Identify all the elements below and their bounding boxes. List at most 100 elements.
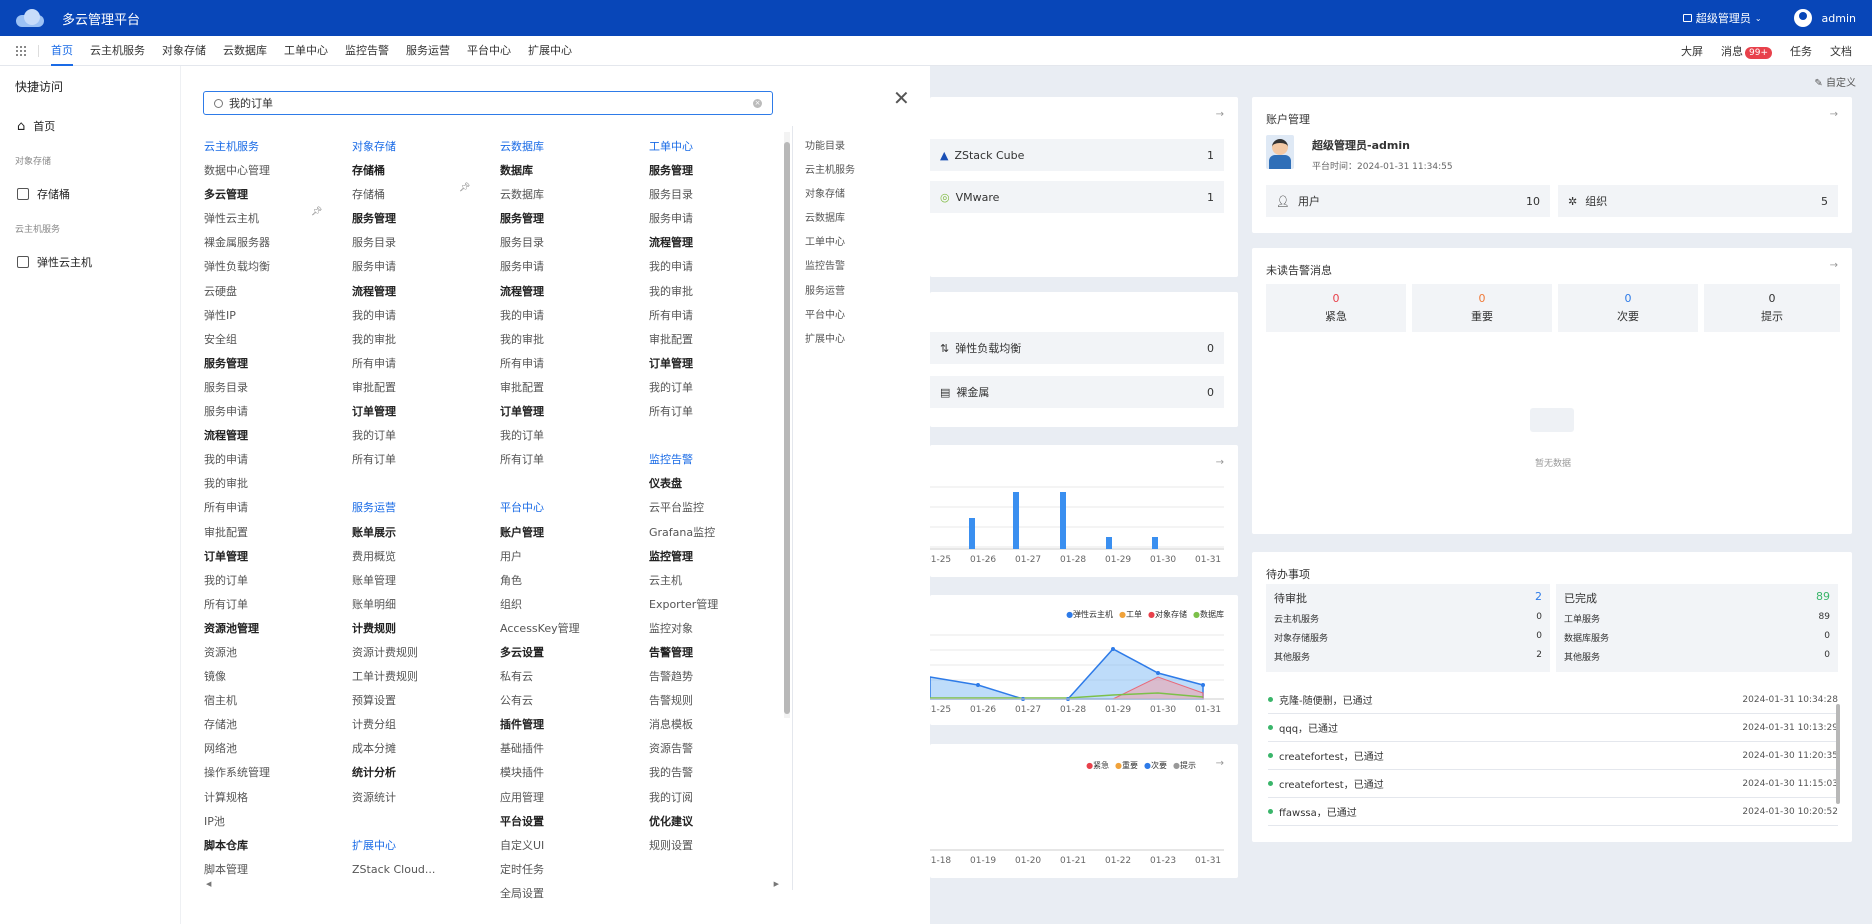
menu-link[interactable]: 计算规格 [204, 786, 344, 810]
nav-item[interactable]: 首页 [51, 36, 73, 66]
menu-link[interactable]: 安全组 [204, 328, 344, 352]
menu-link[interactable]: 审批配置 [500, 376, 640, 400]
resource-row[interactable]: ▤ 裸金属 0 [930, 376, 1224, 408]
menu-link[interactable]: 所有申请 [649, 304, 789, 328]
done-box[interactable]: 已完成 89 工单服务 89 数据库服务 0 其他服务 0 [1556, 584, 1838, 672]
menu-link[interactable]: Grafana监控 [649, 521, 789, 545]
menu-link[interactable]: 告警趋势 [649, 665, 789, 689]
menu-link[interactable]: 存储池 [204, 713, 344, 737]
menu-link[interactable]: 审批配置 [649, 328, 789, 352]
todo-item[interactable]: createfortest，已通过 2024-01-30 11:15:03 [1268, 770, 1838, 798]
menu-link[interactable]: 用户 [500, 545, 640, 569]
users-stat[interactable]: 👤︎ 用户 10 [1266, 185, 1550, 217]
arrow-right-icon[interactable]: → [1830, 260, 1838, 271]
nav-item[interactable]: 扩展中心 [528, 36, 572, 66]
pin-icon[interactable]: 📌︎ [311, 207, 322, 217]
menu-link[interactable]: 裸金属服务器 [204, 231, 344, 255]
close-icon[interactable]: ✕ [893, 88, 910, 108]
menu-link[interactable]: 我的申请 [352, 304, 492, 328]
menu-link[interactable]: 角色 [500, 569, 640, 593]
nav-item[interactable]: 监控告警 [345, 36, 389, 66]
menu-link[interactable]: 公有云 [500, 689, 640, 713]
menu-link[interactable]: 操作系统管理 [204, 761, 344, 785]
menu-link[interactable]: 我的订阅 [649, 786, 789, 810]
quick-item-home[interactable]: ⌂ 首页 [17, 118, 55, 134]
menu-link[interactable]: 服务目录 [649, 183, 789, 207]
platform-row[interactable]: ▲ ZStack Cube 1 [930, 139, 1224, 171]
quick-item-vm[interactable]: 弹性云主机 [17, 254, 92, 270]
menu-link[interactable]: 我的审批 [352, 328, 492, 352]
resource-row[interactable]: ⇅ 弹性负载均衡 0 [930, 332, 1224, 364]
menu-link[interactable]: 应用管理 [500, 786, 640, 810]
menu-link[interactable]: 云平台监控 [649, 496, 789, 520]
nav-item[interactable]: 对象存储 [162, 36, 206, 66]
menu-link[interactable]: 我的审批 [500, 328, 640, 352]
menu-link[interactable]: 云数据库 [500, 183, 640, 207]
menu-link[interactable]: 账单明细 [352, 593, 492, 617]
menu-link[interactable]: 我的申请 [204, 448, 344, 472]
menu-link[interactable]: 所有订单 [649, 400, 789, 424]
menu-link[interactable]: 我的订单 [204, 569, 344, 593]
menu-search-input[interactable]: 我的订单 × [203, 91, 773, 115]
menu-link[interactable]: 服务申请 [352, 255, 492, 279]
platform-row[interactable]: ◎ VMware 1 [930, 181, 1224, 213]
menu-link[interactable]: 我的申请 [500, 304, 640, 328]
big-screen-link[interactable]: 大屏 [1681, 43, 1703, 59]
menu-link[interactable]: 网络池 [204, 737, 344, 761]
menu-index-item[interactable]: 平台中心 [805, 304, 855, 328]
menu-index-item[interactable]: 监控告警 [805, 255, 855, 279]
menu-link[interactable]: 成本分摊 [352, 737, 492, 761]
menu-link[interactable]: 我的审批 [649, 280, 789, 304]
menu-link[interactable]: 弹性IP [204, 304, 344, 328]
messages-link[interactable]: 消息 99+ [1721, 43, 1772, 59]
menu-link[interactable]: 服务申请 [649, 207, 789, 231]
nav-item[interactable]: 平台中心 [467, 36, 511, 66]
todo-item[interactable]: createfortest，已通过 2024-01-30 11:20:35 [1268, 742, 1838, 770]
menu-link[interactable]: 脚本管理 [204, 858, 344, 882]
menu-link[interactable]: 定时任务 [500, 858, 640, 882]
clear-icon[interactable]: × [753, 98, 762, 108]
menu-link[interactable]: 所有订单 [204, 593, 344, 617]
menu-link[interactable]: 规则设置 [649, 834, 789, 858]
menu-link[interactable]: 费用概览 [352, 545, 492, 569]
user-avatar-icon[interactable] [1793, 9, 1812, 27]
menu-link[interactable]: 数据中心管理 [204, 159, 344, 183]
apps-grid-icon[interactable] [16, 45, 26, 56]
menu-link[interactable]: 监控对象 [649, 617, 789, 641]
alert-important[interactable]: 0 重要 [1412, 284, 1552, 332]
pending-box[interactable]: 待审批 2 云主机服务 0 对象存储服务 0 其他服务 2 [1266, 584, 1550, 672]
menu-link[interactable]: 我的告警 [649, 761, 789, 785]
menu-link[interactable]: 弹性负载均衡 [204, 255, 344, 279]
tasks-link[interactable]: 任务 [1790, 43, 1812, 59]
menu-link[interactable]: 镜像 [204, 665, 344, 689]
menu-link[interactable]: 资源池 [204, 641, 344, 665]
nav-item[interactable]: 服务运营 [406, 36, 450, 66]
alert-hint[interactable]: 0 提示 [1704, 284, 1840, 332]
menu-link[interactable]: 服务目录 [500, 231, 640, 255]
menu-link[interactable]: 弹性云主机 [204, 207, 344, 231]
menu-link[interactable]: 宿主机 [204, 689, 344, 713]
menu-index-item[interactable]: 云主机服务 [805, 159, 855, 183]
nav-item[interactable]: 云数据库 [223, 36, 267, 66]
menu-index-item[interactable]: 云数据库 [805, 207, 855, 231]
menu-link[interactable]: 资源告警 [649, 737, 789, 761]
alert-minor[interactable]: 0 次要 [1558, 284, 1698, 332]
menu-link[interactable]: AccessKey管理 [500, 617, 640, 641]
menu-link[interactable]: 审批配置 [204, 521, 344, 545]
arrow-right-icon[interactable]: → [1830, 109, 1838, 120]
menu-link[interactable]: 自定义UI [500, 834, 640, 858]
menu-link[interactable]: 基础插件 [500, 737, 640, 761]
menu-link[interactable]: 云硬盘 [204, 280, 344, 304]
menu-link[interactable]: 审批配置 [352, 376, 492, 400]
quick-item-bucket[interactable]: 存储桶 [17, 186, 70, 202]
menu-link[interactable]: 我的订单 [500, 424, 640, 448]
menu-link[interactable]: 消息模板 [649, 713, 789, 737]
todo-item[interactable]: 克隆-随便删，已通过 2024-01-31 10:34:28 [1268, 686, 1838, 714]
menu-link[interactable]: 所有申请 [204, 496, 344, 520]
menu-index-item[interactable]: 工单中心 [805, 231, 855, 255]
menu-link[interactable]: 预算设置 [352, 689, 492, 713]
menu-link[interactable]: 我的审批 [204, 472, 344, 496]
menu-index-item[interactable]: 对象存储 [805, 183, 855, 207]
menu-link[interactable]: 我的订单 [649, 376, 789, 400]
menu-link[interactable]: 存储桶 [352, 183, 492, 207]
